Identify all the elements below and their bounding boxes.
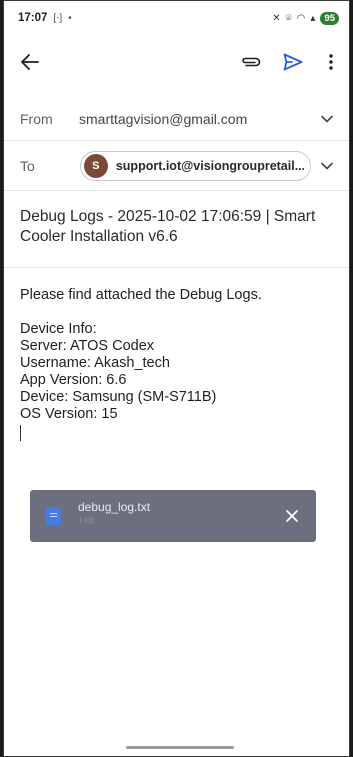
paperclip-icon[interactable]	[235, 46, 267, 78]
chevron-down-icon[interactable]	[317, 156, 337, 176]
to-row[interactable]: To S support.iot@visiongroupretail....	[4, 141, 349, 191]
close-icon[interactable]	[280, 504, 304, 528]
compose-screen: 17:07 [⋅] • ✕ ⌾ ◠ ▴ 95 From smarttagvisi…	[3, 0, 350, 757]
attachment-filename: debug_log.txt	[78, 499, 151, 514]
battery-icon: 95	[320, 11, 339, 25]
body-line: Username: Akash_tech	[20, 355, 170, 371]
body-line: App Version: 6.6	[20, 372, 127, 388]
status-bar: 17:07 [⋅] • ✕ ⌾ ◠ ▴ 95	[4, 1, 349, 35]
attachment-size: 1 kB	[78, 515, 95, 525]
recipient-chip[interactable]: S support.iot@visiongroupretail....	[79, 150, 312, 181]
home-indicator[interactable]	[126, 746, 234, 749]
body-line: Device: Samsung (SM-S711B)	[20, 389, 217, 405]
wifi-icon: ◠	[296, 12, 306, 24]
arrow-left-icon[interactable]	[14, 46, 46, 78]
signal-icon: ▴	[310, 12, 316, 24]
location-icon: ⌾	[285, 12, 292, 24]
text-cursor	[20, 425, 21, 441]
chevron-down-icon[interactable]	[317, 109, 337, 129]
body-intro: Please find attached the Debug Logs.	[20, 287, 262, 303]
status-time: 17:07	[18, 12, 48, 24]
attachment-info: debug_log.txt 1 kB	[78, 500, 280, 525]
dot-icon: •	[68, 12, 72, 24]
compose-toolbar	[4, 39, 349, 85]
body-line: Device Info:	[20, 321, 97, 337]
screenshot-icon: [⋅]	[53, 12, 63, 24]
from-label: From	[20, 110, 53, 127]
send-icon[interactable]	[277, 46, 309, 78]
body-line: OS Version: 15	[20, 406, 118, 422]
recipient-address: support.iot@visiongroupretail....	[115, 158, 305, 173]
to-label: To	[20, 157, 35, 174]
subject-field[interactable]: Debug Logs - 2025-10-02 17:06:59 | Smart…	[20, 207, 344, 259]
file-icon	[46, 507, 61, 525]
status-notification-icons: [⋅] •	[53, 13, 71, 24]
avatar: S	[83, 153, 108, 178]
from-row[interactable]: From smarttagvision@gmail.com	[4, 97, 349, 141]
from-address: smarttagvision@gmail.com	[79, 110, 248, 127]
subject-divider	[4, 267, 349, 268]
more-vert-icon[interactable]	[323, 46, 339, 78]
mute-icon: ✕	[272, 12, 281, 24]
attachment-card[interactable]: debug_log.txt 1 kB	[30, 490, 316, 542]
body-field[interactable]: Please find attached the Debug Logs. Dev…	[20, 287, 340, 446]
status-right-icons: ✕ ⌾ ◠ ▴ 95	[272, 11, 339, 25]
body-line: Server: ATOS Codex	[20, 338, 155, 354]
